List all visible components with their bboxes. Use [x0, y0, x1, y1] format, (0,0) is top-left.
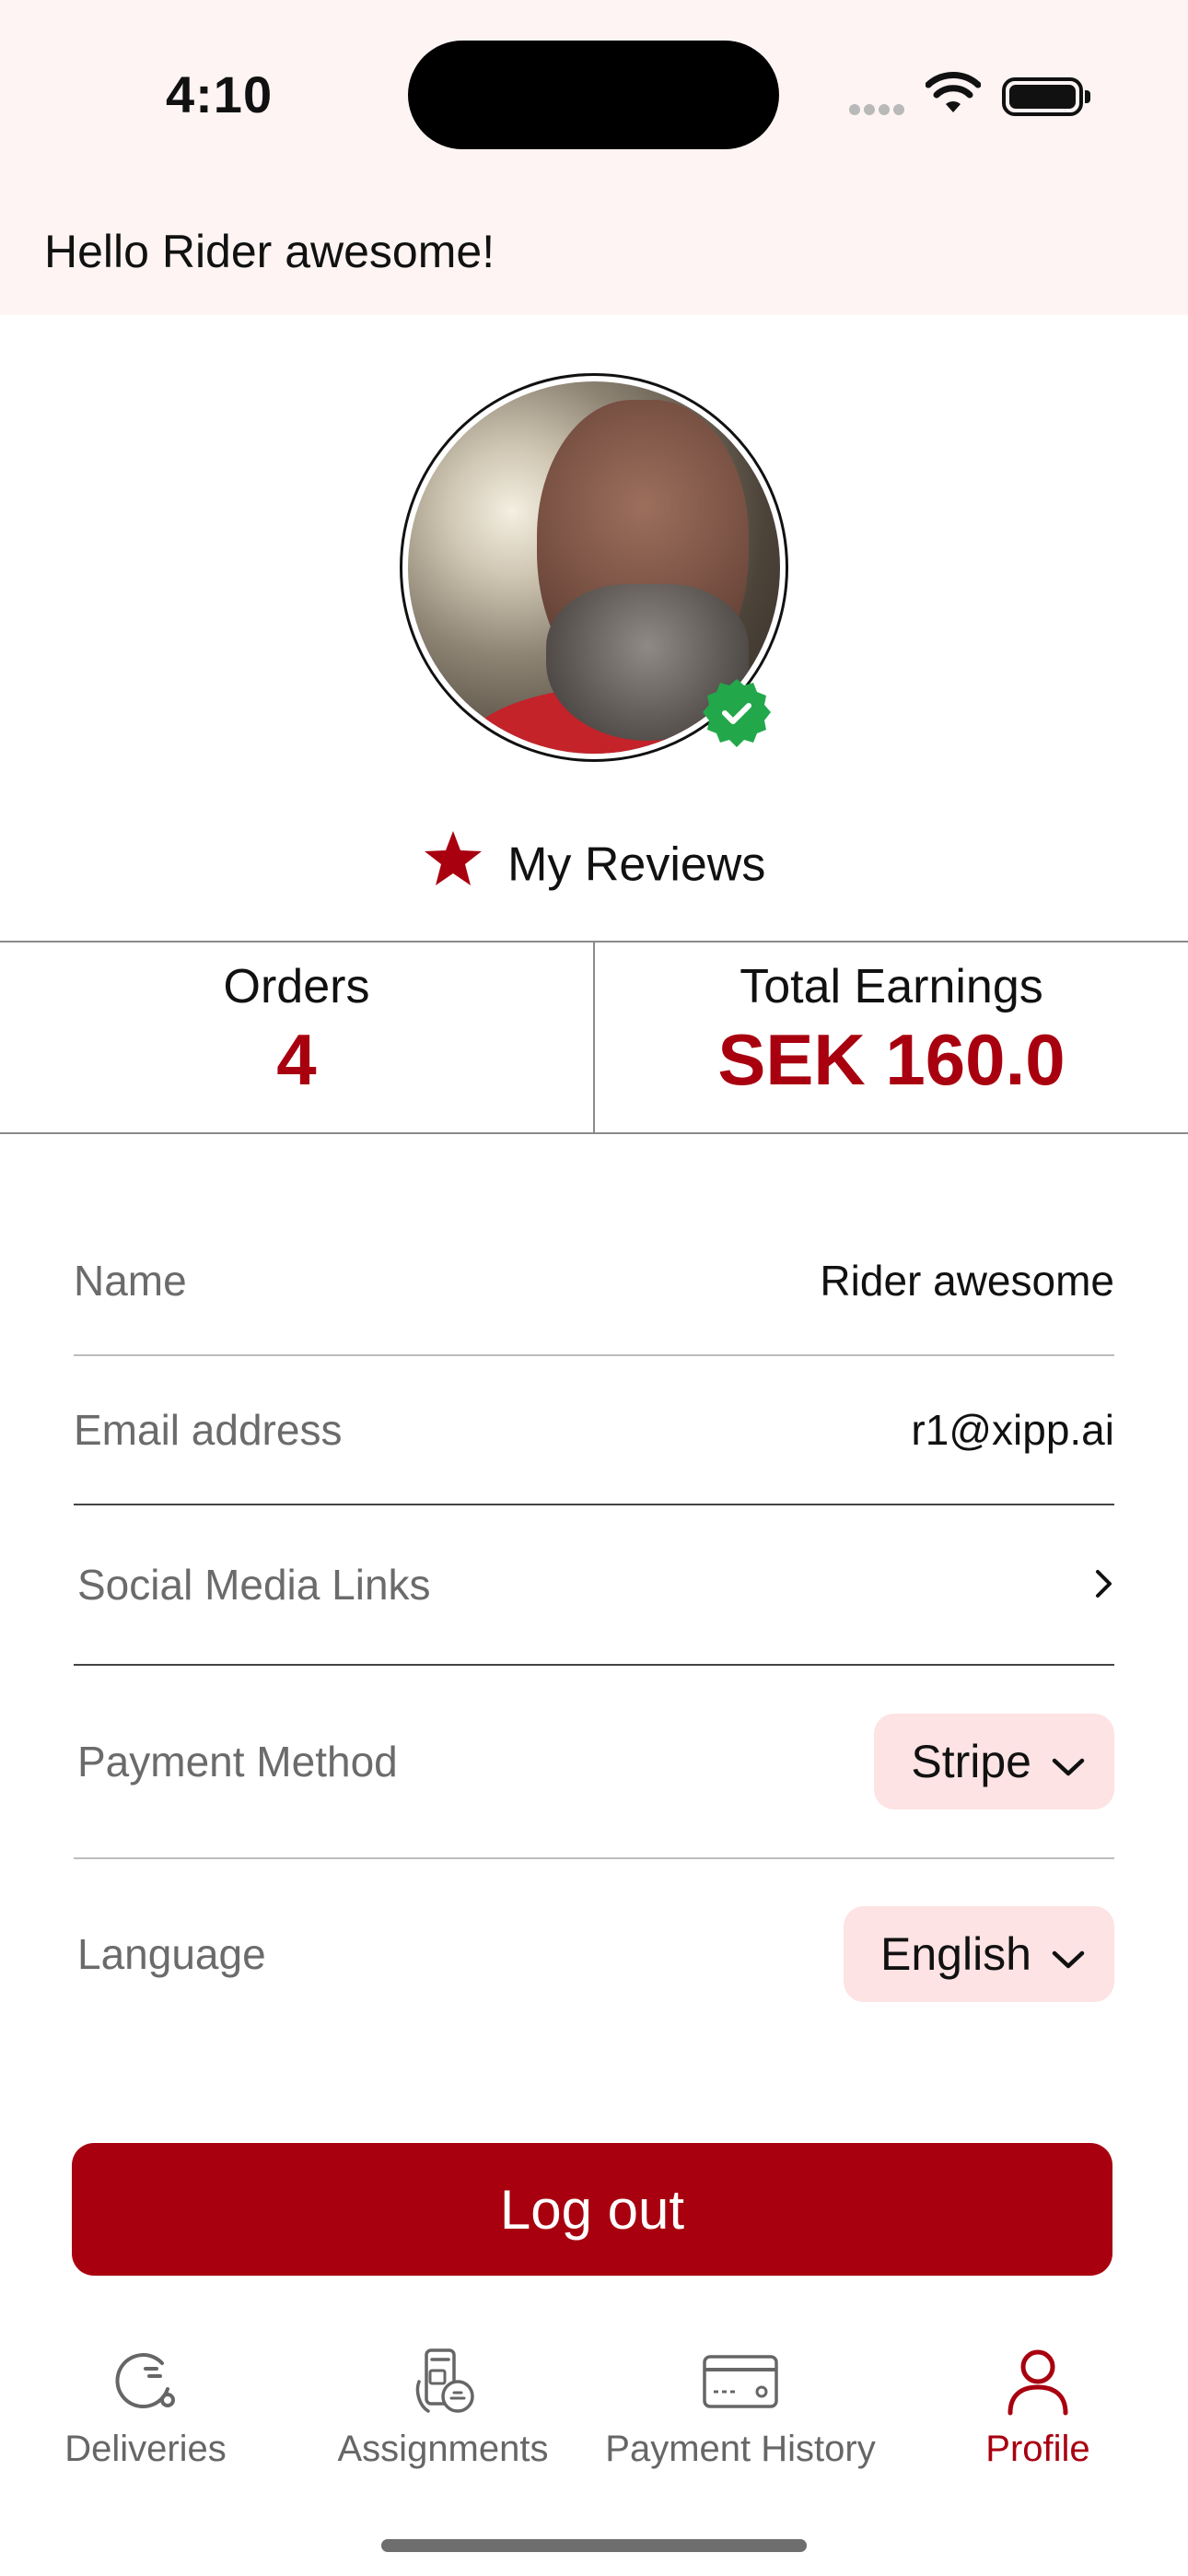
payment-method-label: Payment Method	[77, 1738, 398, 1786]
name-value: Rider awesome	[820, 1257, 1114, 1305]
email-value: r1@xipp.ai	[911, 1406, 1114, 1454]
name-label: Name	[74, 1257, 187, 1305]
my-reviews-label: My Reviews	[507, 837, 766, 892]
wifi-icon	[925, 72, 982, 119]
orders-value: 4	[276, 1019, 317, 1100]
profile-icon	[900, 2340, 1176, 2423]
language-dropdown[interactable]: English	[844, 1906, 1114, 2002]
star-icon	[423, 829, 483, 900]
tab-assignments-label: Assignments	[337, 2429, 549, 2469]
home-indicator[interactable]	[381, 2539, 807, 2552]
status-bar: 4:10	[0, 0, 1188, 193]
language-value: English	[880, 1928, 1031, 1980]
dynamic-island	[408, 41, 779, 149]
battery-icon	[1002, 77, 1090, 116]
profile-fields: Name Rider awesome Email address r1@xipp…	[74, 1207, 1114, 2049]
language-row: Language English	[74, 1859, 1114, 2049]
my-reviews-link[interactable]: My Reviews	[0, 829, 1188, 900]
email-row: Email address r1@xipp.ai	[74, 1356, 1114, 1505]
tab-deliveries[interactable]: Deliveries	[7, 2340, 284, 2470]
payment-method-row: Payment Method Stripe	[74, 1666, 1114, 1859]
tab-assignments[interactable]: Assignments	[305, 2340, 581, 2470]
deliveries-icon	[7, 2340, 284, 2423]
tab-payment-history[interactable]: Payment History	[602, 2340, 879, 2470]
chevron-down-icon	[1052, 1735, 1085, 1788]
logout-button[interactable]: Log out	[72, 2143, 1112, 2276]
payment-history-icon	[602, 2340, 879, 2423]
orders-label: Orders	[223, 960, 370, 1013]
app-header: Hello Rider awesome!	[0, 193, 1188, 315]
payment-method-dropdown[interactable]: Stripe	[874, 1714, 1114, 1809]
tab-profile-label: Profile	[985, 2429, 1090, 2469]
bottom-tab-bar: Deliveries Assignments Payment History P…	[0, 2340, 1188, 2497]
social-media-links-row[interactable]: Social Media Links	[74, 1505, 1114, 1666]
tab-payment-history-label: Payment History	[605, 2429, 876, 2469]
chevron-down-icon	[1052, 1927, 1085, 1981]
earnings-value: SEK 160.0	[717, 1019, 1066, 1100]
greeting-text: Hello Rider awesome!	[44, 226, 495, 277]
payment-method-value: Stripe	[911, 1736, 1031, 1787]
orders-stat: Orders 4	[0, 943, 593, 1132]
tab-deliveries-label: Deliveries	[64, 2429, 227, 2469]
name-row: Name Rider awesome	[74, 1207, 1114, 1356]
verified-badge-icon	[700, 677, 774, 751]
stats-panel: Orders 4 Total Earnings SEK 160.0	[0, 941, 1188, 1134]
tab-profile[interactable]: Profile	[900, 2340, 1176, 2470]
email-label: Email address	[74, 1406, 343, 1454]
status-time: 4:10	[166, 65, 274, 123]
chevron-right-icon	[1094, 1560, 1114, 1610]
assignments-icon	[305, 2340, 581, 2423]
language-label: Language	[77, 1930, 266, 1978]
earnings-label: Total Earnings	[740, 960, 1043, 1013]
social-media-label: Social Media Links	[77, 1561, 431, 1609]
cellular-signal-icon	[849, 103, 908, 120]
earnings-stat: Total Earnings SEK 160.0	[593, 943, 1188, 1132]
